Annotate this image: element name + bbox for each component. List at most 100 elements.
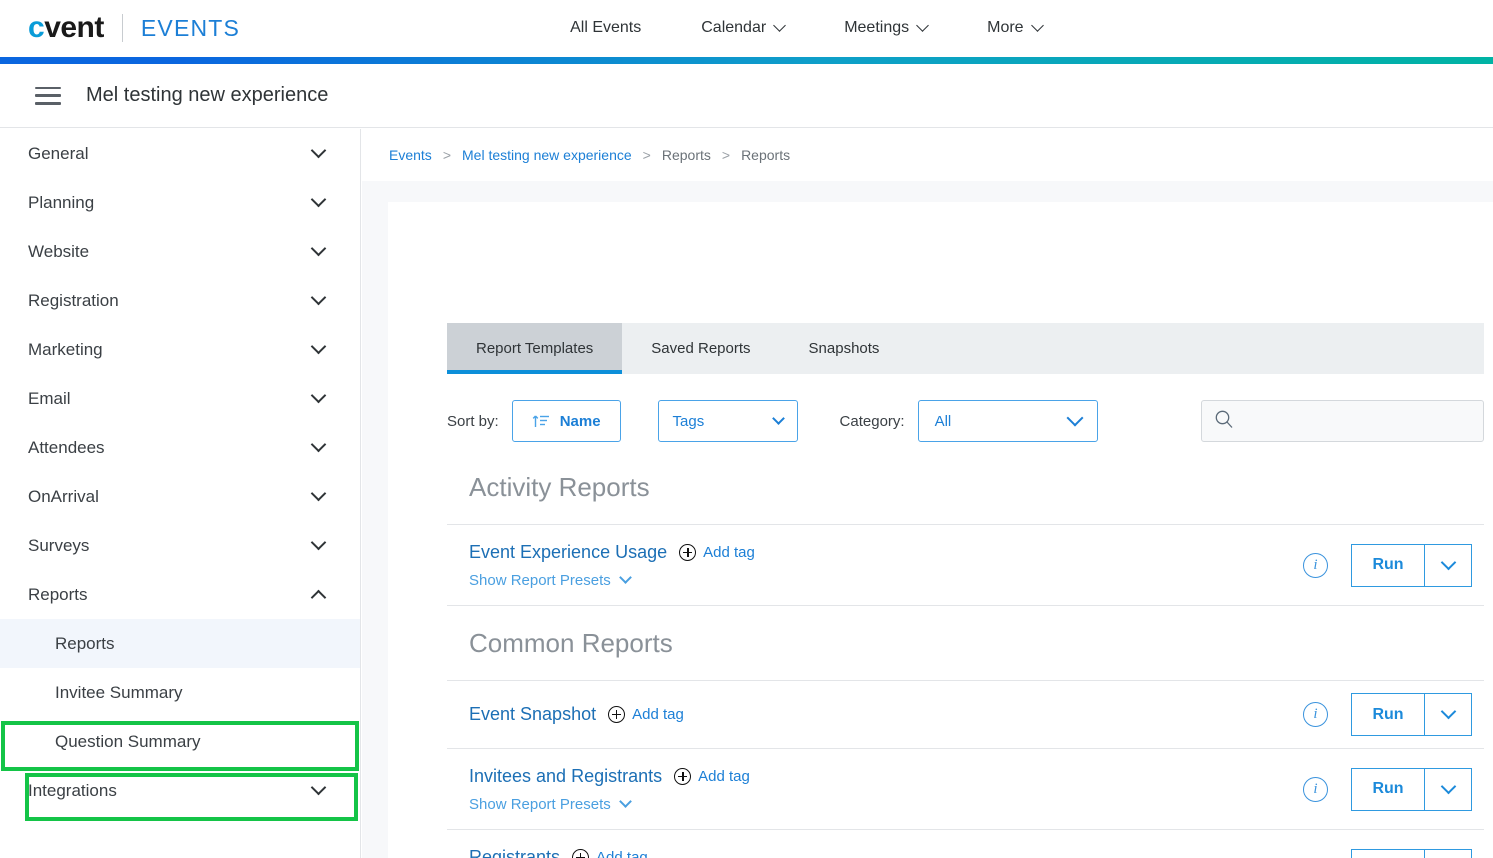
report-title-line: Registrants Add tag	[469, 847, 1303, 858]
add-tag-button[interactable]: Add tag	[679, 543, 755, 561]
info-icon[interactable]: i	[1303, 702, 1328, 727]
breadcrumb-separator: >	[721, 147, 731, 163]
row-actions: i Run	[1303, 767, 1472, 811]
sidebar-navigation: General Planning Website Registration Ma…	[0, 129, 361, 858]
row-actions: i Run	[1303, 848, 1472, 858]
show-report-presets-toggle[interactable]: Show Report Presets	[469, 570, 1303, 589]
report-title-line: Event Experience Usage Add tag	[469, 542, 1303, 563]
sidebar-item-reports[interactable]: Reports	[0, 570, 360, 619]
tab-report-templates[interactable]: Report Templates	[447, 323, 623, 374]
run-button[interactable]: Run	[1351, 693, 1424, 736]
sort-by-name-button[interactable]: Name	[511, 400, 621, 442]
sidebar-item-onarrival[interactable]: OnArrival	[0, 472, 360, 521]
run-dropdown-button[interactable]	[1424, 693, 1472, 736]
tab-saved-reports[interactable]: Saved Reports	[622, 323, 779, 374]
breadcrumb-item-events[interactable]: Events	[389, 147, 432, 163]
add-tag-button[interactable]: Add tag	[572, 848, 648, 858]
brand-lockup[interactable]: cvent EVENTS	[28, 11, 240, 45]
sidebar-item-marketing[interactable]: Marketing	[0, 325, 360, 374]
product-name: EVENTS	[140, 14, 241, 41]
sidebar-item-label: Surveys	[28, 535, 90, 555]
global-top-bar: cvent EVENTS All Events Calendar Meeting…	[0, 0, 1493, 56]
topnav-item-calendar[interactable]: Calendar	[671, 18, 814, 37]
breadcrumb-item-reports[interactable]: Reports	[662, 147, 711, 163]
chevron-down-icon	[310, 485, 327, 502]
sidebar-subitem-reports[interactable]: Reports	[0, 619, 360, 668]
run-dropdown-button[interactable]	[1424, 767, 1472, 811]
run-button[interactable]: Run	[1351, 848, 1424, 858]
add-tag-button[interactable]: Add tag	[674, 767, 750, 785]
category-dropdown[interactable]: All	[917, 400, 1098, 442]
add-tag-label: Add tag	[703, 543, 755, 561]
report-info: Invitees and Registrants Add tag Show Re…	[469, 766, 1303, 813]
sidebar-item-email[interactable]: Email	[0, 374, 360, 423]
table-row: Event Snapshot Add tag i Run	[447, 681, 1484, 749]
report-title-registrants[interactable]: Registrants	[469, 847, 560, 858]
chevron-down-icon	[1440, 703, 1456, 720]
event-header-bar: Mel testing new experience	[0, 64, 1493, 128]
sidebar-item-label: Marketing	[28, 339, 103, 359]
sidebar-item-attendees[interactable]: Attendees	[0, 423, 360, 472]
report-info: Event Experience Usage Add tag Show Repo…	[469, 542, 1303, 589]
search-box[interactable]	[1201, 400, 1484, 442]
show-report-presets-toggle[interactable]: Show Report Presets	[469, 794, 1303, 813]
topnav-item-more[interactable]: More	[957, 18, 1071, 37]
sort-value-label: Name	[559, 412, 601, 430]
chevron-down-icon	[1440, 778, 1456, 794]
report-template-list: Activity Reports Event Experience Usage …	[447, 450, 1484, 858]
chevron-down-icon	[1066, 409, 1084, 427]
search-input[interactable]	[1242, 412, 1471, 430]
sort-ascending-icon	[532, 413, 550, 429]
cvent-logo[interactable]: cvent	[28, 11, 104, 45]
run-dropdown-button[interactable]	[1424, 848, 1472, 858]
brand-divider	[121, 14, 123, 42]
sidebar-subitem-question-summary[interactable]: Question Summary	[0, 717, 360, 766]
chevron-down-icon	[618, 570, 632, 584]
sidebar-subitem-invitee-summary[interactable]: Invitee Summary	[0, 668, 360, 717]
tab-label: Saved Reports	[651, 340, 751, 357]
sidebar-item-general[interactable]: General	[0, 129, 360, 178]
row-actions: i Run	[1303, 543, 1472, 587]
tab-label: Snapshots	[808, 340, 880, 357]
sidebar-item-registration[interactable]: Registration	[0, 276, 360, 325]
sidebar-item-planning[interactable]: Planning	[0, 178, 360, 227]
sidebar-item-label: General	[28, 143, 89, 163]
add-tag-button[interactable]: Add tag	[608, 706, 684, 723]
tab-bar: Report Templates Saved Reports Snapshots	[447, 323, 1484, 374]
report-title-invitees-and-registrants[interactable]: Invitees and Registrants	[469, 766, 662, 787]
sidebar-item-label: Reports	[28, 584, 88, 604]
info-icon[interactable]: i	[1303, 776, 1328, 802]
table-row: Event Experience Usage Add tag Show Repo…	[447, 525, 1484, 606]
breadcrumb-item-event[interactable]: Mel testing new experience	[462, 147, 632, 163]
hamburger-menu-icon[interactable]	[35, 86, 61, 105]
info-icon[interactable]: i	[1303, 552, 1328, 578]
report-title-event-experience-usage[interactable]: Event Experience Usage	[469, 542, 667, 563]
sidebar-item-surveys[interactable]: Surveys	[0, 521, 360, 570]
hamburger-line	[35, 86, 61, 90]
topnav-item-meetings[interactable]: Meetings	[814, 18, 957, 37]
sidebar-item-website[interactable]: Website	[0, 227, 360, 276]
tab-snapshots[interactable]: Snapshots	[780, 323, 909, 374]
plus-circle-icon	[679, 543, 697, 561]
topnav-item-all-events[interactable]: All Events	[540, 19, 671, 37]
chevron-down-icon	[310, 779, 327, 796]
chevron-down-icon	[771, 411, 785, 425]
chevron-down-icon	[310, 289, 327, 306]
tags-dropdown[interactable]: Tags	[657, 400, 798, 442]
chevron-down-icon	[310, 338, 327, 355]
tab-label: Report Templates	[476, 340, 594, 357]
run-button[interactable]: Run	[1351, 543, 1424, 587]
section-heading-activity-reports: Activity Reports	[447, 450, 1484, 525]
topnav-label: Calendar	[701, 19, 767, 36]
chevron-down-icon	[916, 18, 929, 32]
report-title-event-snapshot[interactable]: Event Snapshot	[469, 704, 596, 725]
run-button[interactable]: Run	[1351, 767, 1424, 811]
sidebar-item-label: Email	[28, 388, 71, 408]
sidebar-item-integrations[interactable]: Integrations	[0, 766, 360, 815]
table-row: Invitees and Registrants Add tag Show Re…	[447, 749, 1484, 830]
chevron-down-icon	[310, 240, 327, 257]
chevron-down-icon	[310, 142, 327, 159]
section-heading-common-reports: Common Reports	[447, 606, 1484, 681]
run-dropdown-button[interactable]	[1424, 543, 1472, 587]
sidebar-item-label: Integrations	[28, 780, 117, 800]
